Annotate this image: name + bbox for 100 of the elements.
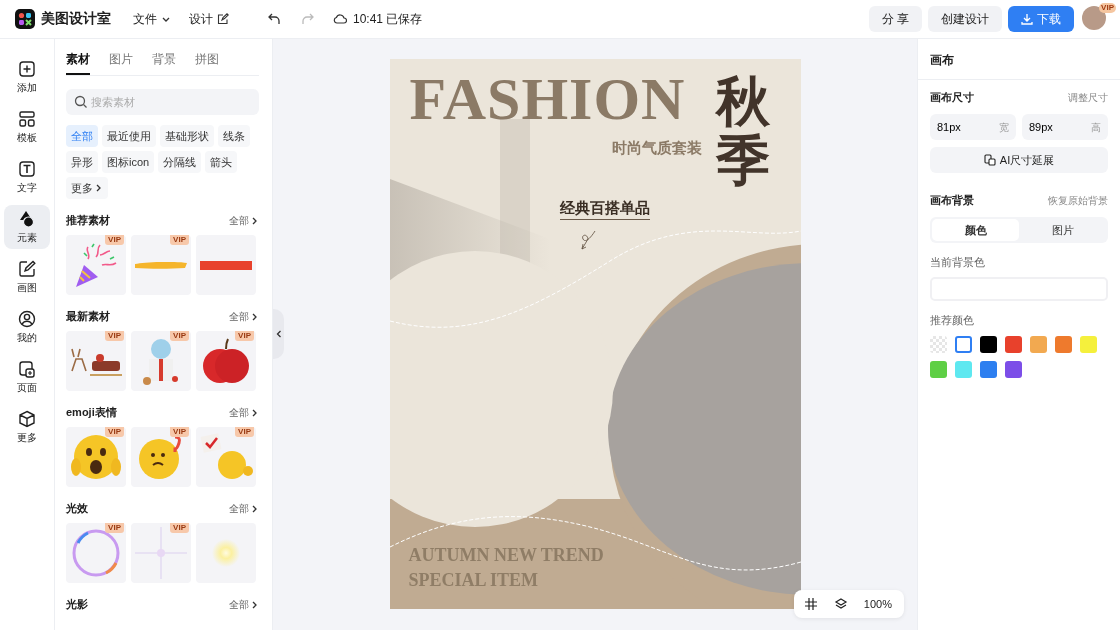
panel-tab[interactable]: 素材 xyxy=(66,51,90,75)
filter-chip[interactable]: 线条 xyxy=(218,125,250,147)
field-label: 推荐颜色 xyxy=(930,313,975,328)
color-swatch[interactable] xyxy=(930,361,947,378)
page-icon xyxy=(18,359,36,378)
rail-item[interactable]: 更多 xyxy=(4,405,50,449)
poster-subtitle: 时尚气质套装 xyxy=(611,139,702,158)
section-title: 光效 xyxy=(66,501,88,516)
filter-chip[interactable]: 全部 xyxy=(66,125,98,147)
vip-badge: VIP xyxy=(170,331,189,341)
filter-chip[interactable]: 基础形状 xyxy=(160,125,214,147)
cube-icon xyxy=(18,409,36,428)
asset-thumbnail[interactable]: VIP xyxy=(66,523,126,583)
unit-label: 高 xyxy=(1091,121,1101,135)
poster-title: FASHION xyxy=(409,65,686,134)
ai-resize-button[interactable]: AI尺寸延展 xyxy=(930,147,1108,173)
template-icon xyxy=(18,109,36,128)
segment-tab[interactable]: 颜色 xyxy=(932,219,1019,241)
collapse-panel-button[interactable] xyxy=(273,309,284,359)
vip-badge: VIP xyxy=(170,523,189,533)
app-logo-icon xyxy=(15,9,35,29)
rail-item[interactable]: 页面 xyxy=(4,355,50,399)
filter-chip[interactable]: 异形 xyxy=(66,151,98,173)
filter-chip[interactable]: 图标icon xyxy=(102,151,155,173)
vip-badge: VIP xyxy=(1099,3,1116,13)
vip-badge: VIP xyxy=(105,427,124,437)
zoom-level[interactable]: 100% xyxy=(863,598,892,610)
panel-tab[interactable]: 拼图 xyxy=(195,51,219,75)
bar-shape-drawing xyxy=(200,260,252,270)
asset-thumbnail[interactable]: VIP xyxy=(196,331,256,391)
rail-item[interactable]: 文字 xyxy=(4,155,50,199)
rail-item[interactable]: 添加 xyxy=(4,55,50,99)
brush-stroke-drawing xyxy=(135,261,187,269)
asset-thumbnail[interactable] xyxy=(196,523,256,583)
grid-icon[interactable] xyxy=(803,597,818,611)
vip-badge: VIP xyxy=(235,427,254,437)
unit-label: 宽 xyxy=(999,121,1009,135)
poster-season-text: 秋季 xyxy=(715,73,770,192)
layers-icon[interactable] xyxy=(833,597,848,611)
filter-chip[interactable]: 箭头 xyxy=(205,151,238,173)
color-swatch[interactable] xyxy=(1055,336,1072,353)
rail-item[interactable]: 画图 xyxy=(4,255,50,299)
color-swatch[interactable] xyxy=(980,336,997,353)
section-label: 画布背景 xyxy=(930,193,974,208)
section-title: 推荐素材 xyxy=(66,213,110,228)
inspector-title: 画布 xyxy=(918,39,1120,80)
share-button[interactable]: 分 享 xyxy=(868,6,922,32)
segment-tab[interactable]: 图片 xyxy=(1019,219,1106,241)
menu-button[interactable]: 设计 xyxy=(189,10,229,28)
save-status: 10:41 已保存 xyxy=(353,10,423,28)
color-swatch[interactable] xyxy=(955,361,972,378)
see-all-link[interactable]: 全部 xyxy=(229,213,259,228)
vip-badge: VIP xyxy=(105,523,124,533)
color-swatch[interactable] xyxy=(1080,336,1097,353)
asset-thumbnail[interactable]: VIP xyxy=(131,427,191,487)
rail-item[interactable]: 模板 xyxy=(4,105,50,149)
see-all-link[interactable]: 全部 xyxy=(229,309,259,324)
app-name: 美图设计室 xyxy=(41,10,111,28)
search-field[interactable]: 搜索素材 xyxy=(66,89,259,115)
asset-thumbnail[interactable]: VIP xyxy=(66,427,126,487)
transparent-swatch[interactable] xyxy=(930,336,947,353)
add-icon xyxy=(18,59,36,78)
undo-icon[interactable] xyxy=(267,12,281,26)
color-swatch[interactable] xyxy=(1030,336,1047,353)
download-icon xyxy=(1021,13,1033,25)
section-title: emoji表情 xyxy=(66,405,117,420)
vip-badge: VIP xyxy=(170,427,189,437)
download-button[interactable]: 下载 xyxy=(1008,6,1074,32)
text-icon xyxy=(18,159,36,178)
color-swatch[interactable] xyxy=(1005,336,1022,353)
vip-badge: VIP xyxy=(170,235,189,245)
redo-icon[interactable] xyxy=(301,12,315,26)
filter-chip[interactable]: 最近使用 xyxy=(102,125,156,147)
asset-thumbnail[interactable]: VIP xyxy=(66,331,126,391)
section-title: 光影 xyxy=(66,597,88,612)
rail-item[interactable]: 元素 xyxy=(4,205,50,249)
color-swatch[interactable] xyxy=(1005,361,1022,378)
restore-background-link[interactable]: 恢复原始背景 xyxy=(1048,193,1108,208)
asset-thumbnail[interactable] xyxy=(196,235,256,295)
asset-thumbnail[interactable]: VIP xyxy=(66,235,126,295)
see-all-link[interactable]: 全部 xyxy=(229,405,259,420)
vip-badge: VIP xyxy=(105,235,124,245)
draw-icon xyxy=(18,259,36,278)
see-all-link[interactable]: 全部 xyxy=(229,597,259,612)
cloud-icon xyxy=(333,12,347,26)
asset-thumbnail[interactable]: VIP xyxy=(131,235,191,295)
create-design-button[interactable]: 创建设计 xyxy=(928,6,1002,32)
more-chip[interactable]: 更多 xyxy=(66,177,108,199)
panel-tab[interactable]: 图片 xyxy=(109,51,133,75)
filter-chip[interactable]: 分隔线 xyxy=(158,151,202,173)
asset-thumbnail[interactable]: VIP xyxy=(131,523,191,583)
see-all-link[interactable]: 全部 xyxy=(229,501,259,516)
rail-item[interactable]: 我的 xyxy=(4,305,50,349)
asset-thumbnail[interactable]: VIP xyxy=(196,427,256,487)
menu-button[interactable]: 文件 xyxy=(133,10,171,28)
color-swatch[interactable] xyxy=(955,336,972,353)
resize-icon xyxy=(983,154,996,166)
resize-link[interactable]: 调整尺寸 xyxy=(1068,90,1108,105)
panel-tab[interactable]: 背景 xyxy=(152,51,176,75)
color-swatch[interactable] xyxy=(980,361,997,378)
